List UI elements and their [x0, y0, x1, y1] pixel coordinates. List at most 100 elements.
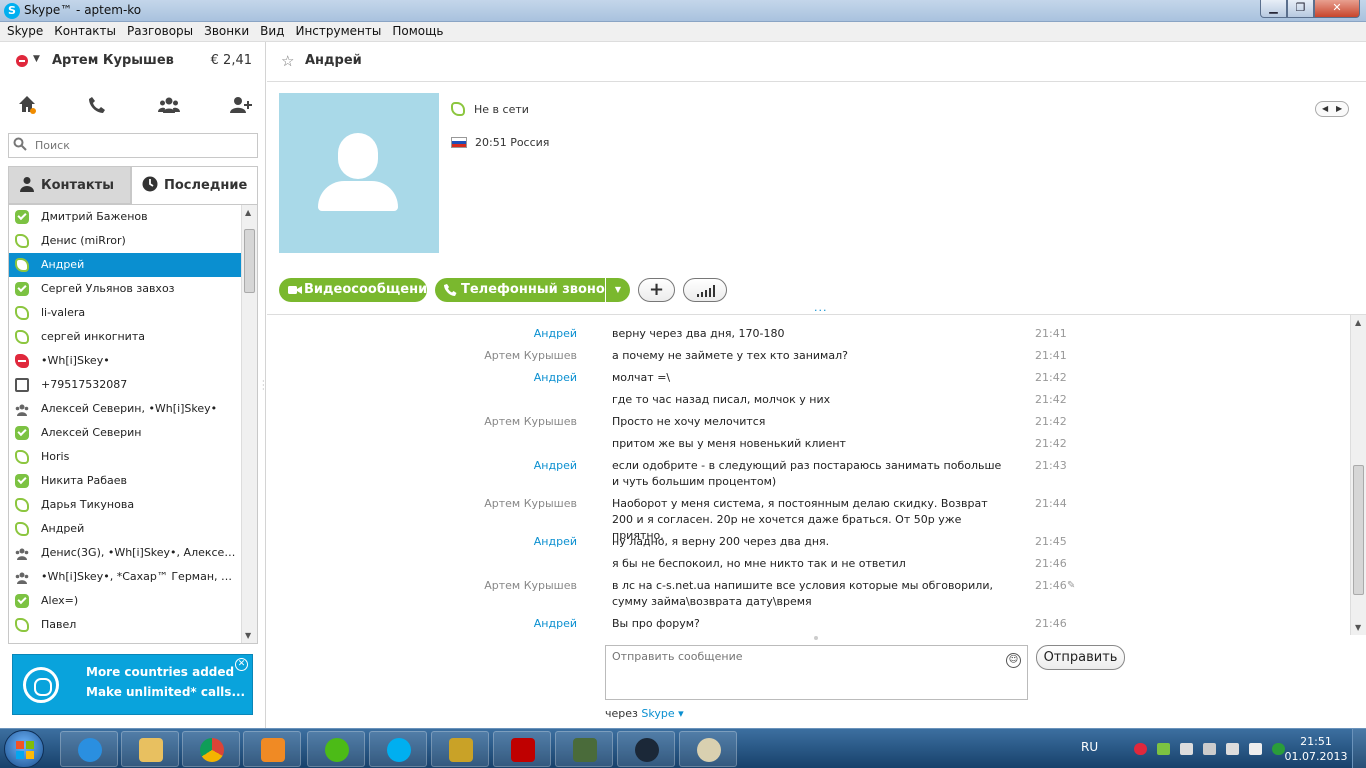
- system-monitor-taskbar-icon[interactable]: [555, 731, 613, 767]
- filezilla-taskbar-icon[interactable]: [493, 731, 551, 767]
- message-author[interactable]: Андрей: [534, 534, 577, 550]
- contact-item[interactable]: Alex=): [9, 589, 241, 613]
- contact-item[interactable]: Сергей Ульянов завхоз: [9, 277, 241, 301]
- media-player-taskbar-icon[interactable]: [243, 731, 301, 767]
- message-author[interactable]: Андрей: [534, 370, 577, 386]
- contact-list-scrollbar[interactable]: ▲ ▼: [241, 205, 257, 643]
- contact-item-selected[interactable]: Андрей: [9, 253, 241, 277]
- message-author[interactable]: Андрей: [534, 458, 577, 474]
- contact-item[interactable]: li-valera: [9, 301, 241, 325]
- contact-item[interactable]: •Wh[i]Skey•, *Сахар™ Герман, Алек...: [9, 565, 241, 589]
- my-status-icon[interactable]: [16, 55, 28, 67]
- call-phones-icon[interactable]: [82, 92, 112, 122]
- avatar-head: [338, 133, 378, 179]
- network-tray-icon[interactable]: [1203, 743, 1216, 755]
- next-arrow-icon[interactable]: ▶: [1336, 104, 1342, 113]
- contact-item[interactable]: Дарья Тикунова: [9, 493, 241, 517]
- steam-taskbar-icon[interactable]: [617, 731, 675, 767]
- scroll-up-icon[interactable]: ▲: [1355, 318, 1361, 327]
- emoticon-icon[interactable]: ☺: [1006, 653, 1021, 668]
- message-scrollbar[interactable]: ▲ ▼: [1350, 315, 1366, 635]
- skype-tray-icon[interactable]: [1134, 743, 1147, 755]
- contact-item[interactable]: Алексей Северин, •Wh[i]Skey•: [9, 397, 241, 421]
- promo-banner[interactable]: More countries added Make unlimited* cal…: [12, 654, 253, 715]
- file-explorer-taskbar-icon[interactable]: [121, 731, 179, 767]
- internet-explorer-taskbar-icon[interactable]: [60, 731, 118, 767]
- contact-item[interactable]: Horis: [9, 445, 241, 469]
- contact-item[interactable]: Алексей Северин: [9, 421, 241, 445]
- status-dropdown-icon[interactable]: ▼: [33, 54, 40, 64]
- close-button[interactable]: ✕: [1314, 0, 1360, 18]
- game-app-taskbar-icon[interactable]: [431, 731, 489, 767]
- close-promo-icon[interactable]: ✕: [235, 658, 248, 671]
- tab-contacts[interactable]: Контакты: [8, 166, 131, 204]
- online-status-icon: [15, 594, 29, 608]
- menu-calls[interactable]: Звонки: [197, 22, 253, 41]
- message-author[interactable]: Андрей: [534, 326, 577, 342]
- profile-name[interactable]: Артем Курышев: [52, 53, 174, 68]
- volume-tray-icon[interactable]: [1249, 743, 1262, 755]
- show-desktop-button[interactable]: [1352, 729, 1366, 768]
- favorite-star-icon[interactable]: ☆: [281, 52, 294, 70]
- message-compose-box[interactable]: ☺: [605, 645, 1028, 700]
- contact-item[interactable]: сергей инкогнита: [9, 325, 241, 349]
- scroll-down-icon[interactable]: ▼: [245, 631, 251, 640]
- contact-item[interactable]: +79517532087: [9, 373, 241, 397]
- phone-call-button[interactable]: Телефонный звонок: [435, 278, 614, 302]
- prev-arrow-icon[interactable]: ◀: [1322, 104, 1328, 113]
- message-author[interactable]: Артем Курышев: [484, 348, 577, 364]
- compose-resize-handle[interactable]: [814, 636, 818, 640]
- search-box[interactable]: [8, 133, 258, 158]
- chrome-taskbar-icon[interactable]: [182, 731, 240, 767]
- panel-splitter-handle[interactable]: · · ·: [262, 378, 265, 394]
- menu-help[interactable]: Помощь: [385, 22, 447, 41]
- message-author[interactable]: Артем Курышев: [484, 414, 577, 430]
- contact-item[interactable]: Денис(3G), •Wh[i]Skey•, Алексей Се...: [9, 541, 241, 565]
- start-button[interactable]: [4, 730, 44, 768]
- message-author[interactable]: Артем Курышев: [484, 496, 577, 512]
- icq-tray-icon[interactable]: [1157, 743, 1170, 755]
- scroll-up-icon[interactable]: ▲: [245, 208, 251, 217]
- video-message-button[interactable]: Видеосообщение: [279, 278, 436, 302]
- message-input[interactable]: [612, 650, 992, 695]
- contact-item[interactable]: Никита Рабаев: [9, 469, 241, 493]
- contact-item[interactable]: Павел: [9, 613, 241, 637]
- contact-item[interactable]: Денис (miRror): [9, 229, 241, 253]
- via-skype-link[interactable]: Skype: [641, 707, 674, 720]
- scroll-down-icon[interactable]: ▼: [1355, 623, 1361, 632]
- via-dropdown-icon[interactable]: ▾: [678, 707, 684, 720]
- menu-tools[interactable]: Инструменты: [288, 22, 385, 41]
- call-quality-button[interactable]: [683, 278, 727, 302]
- menu-contacts[interactable]: Контакты: [47, 22, 120, 41]
- search-input[interactable]: [35, 136, 250, 155]
- input-language[interactable]: RU: [1081, 740, 1098, 754]
- contact-item[interactable]: •Wh[i]Skey•: [9, 349, 241, 373]
- add-to-conversation-button[interactable]: +: [638, 278, 675, 302]
- contact-item[interactable]: Дмитрий Баженов: [9, 205, 241, 229]
- message-author[interactable]: Андрей: [534, 616, 577, 632]
- flag-tray-icon[interactable]: [1226, 743, 1239, 755]
- menu-skype[interactable]: Skype: [0, 22, 47, 41]
- minimize-button[interactable]: ▁: [1260, 0, 1287, 18]
- taskbar-clock[interactable]: 21:51 01.07.2013: [1283, 734, 1349, 764]
- add-contact-icon[interactable]: [226, 92, 256, 122]
- skype-credit-balance[interactable]: € 2,41: [211, 53, 252, 68]
- call-options-dropdown[interactable]: ▼: [606, 278, 630, 302]
- menu-conversations[interactable]: Разговоры: [120, 22, 197, 41]
- send-button[interactable]: Отправить: [1036, 645, 1125, 670]
- device-tray-icon[interactable]: [1180, 743, 1193, 755]
- paint-taskbar-icon[interactable]: [679, 731, 737, 767]
- profile-bar[interactable]: ▼ Артем Курышев € 2,41: [14, 52, 254, 72]
- menu-view[interactable]: Вид: [253, 22, 288, 41]
- message-author[interactable]: Артем Курышев: [484, 578, 577, 594]
- contacts-group-icon[interactable]: [154, 92, 184, 122]
- skype-taskbar-icon[interactable]: [369, 731, 427, 767]
- scrollbar-thumb[interactable]: [244, 229, 255, 293]
- contact-item[interactable]: Андрей: [9, 517, 241, 541]
- maximize-button[interactable]: ❐: [1287, 0, 1314, 18]
- profile-pager[interactable]: ◀ ▶: [1315, 101, 1349, 117]
- home-icon[interactable]: [12, 92, 42, 122]
- scrollbar-thumb[interactable]: [1353, 465, 1364, 595]
- icq-taskbar-icon[interactable]: [307, 731, 365, 767]
- tab-recent[interactable]: Последние: [131, 166, 258, 204]
